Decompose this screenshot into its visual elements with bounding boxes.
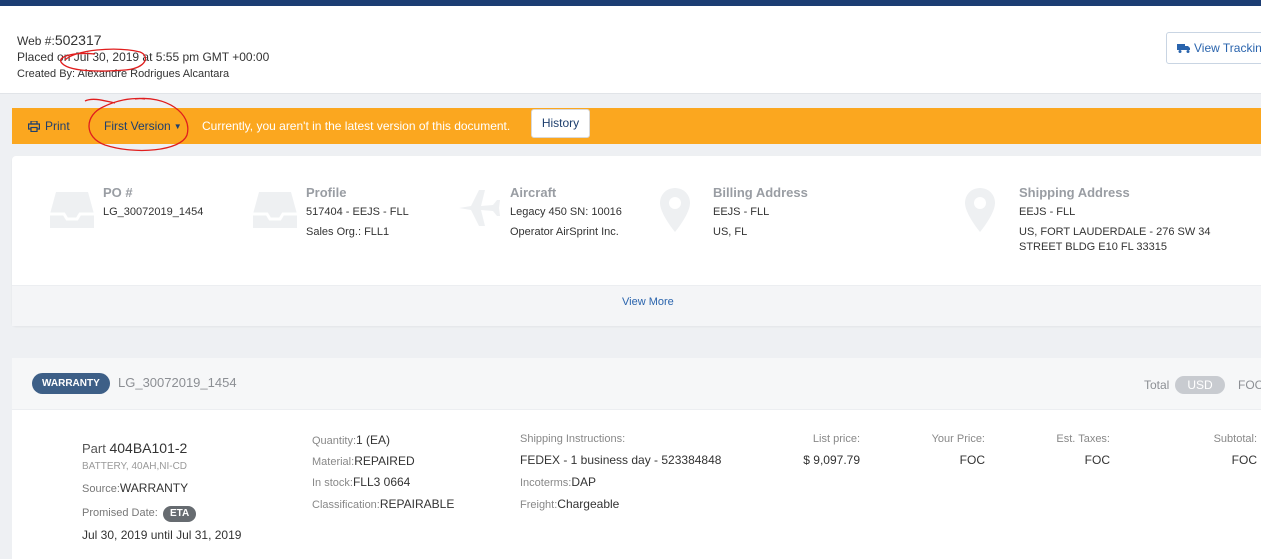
profile-value: 517404 - EEJS - FLL [306,206,409,218]
list-price-label: List price: [812,433,860,445]
airplane-icon [459,190,500,226]
aircraft-title: Aircraft [510,185,557,200]
order-line-card: WARRANTY LG_30072019_1454 Total USD FOC … [12,358,1261,559]
part-number: Part 404BA101-2 [82,440,188,456]
part-description: BATTERY, 40AH,NI-CD [82,461,188,472]
shipping-instructions-value: FEDEX - 1 business day - 523384848 [520,453,722,467]
order-line-header: WARRANTY LG_30072019_1454 Total USD FOC [12,358,1261,410]
version-notice: Currently, you aren't in the latest vers… [202,119,511,133]
print-button[interactable]: Print [28,119,70,133]
shipping-address-line2: STREET BLDG E10 FL 33315 [1019,241,1167,253]
aircraft-operator: Operator AirSprint Inc. [510,226,619,238]
shipping-address-line1: US, FORT LAUDERDALE - 276 SW 34 [1019,226,1211,238]
warranty-badge: WARRANTY [32,373,110,394]
classification: Classification:REPAIRABLE [312,497,455,511]
inbox-icon [50,192,94,228]
history-button[interactable]: History [531,109,590,138]
inbox-icon [253,192,297,228]
promised-date-label: Promised Date: [82,507,158,519]
in-stock: In stock:FLL3 0664 [312,475,411,489]
subtotal-label: Subtotal: [1213,433,1257,445]
freight: Freight:Chargeable [520,497,620,511]
print-icon [28,121,40,132]
shipping-instructions-label: Shipping Instructions: [520,433,626,445]
shipping-title: Shipping Address [1019,185,1130,200]
shipping-name: EEJS - FLL [1019,206,1076,218]
promised-dates: Jul 30, 2019 until Jul 31, 2019 [82,528,242,542]
your-price-label: Your Price: [931,433,985,445]
map-pin-icon [965,188,995,232]
total-label: Total [1144,378,1170,392]
version-bar: Print First Version ▼ Currently, you aren… [12,108,1261,144]
view-tracking-button[interactable]: View Tracking [1166,32,1261,64]
quantity: Quantity:1 (EA) [312,433,391,447]
created-by: Created By: Alexandre Rodrigues Alcantar… [17,68,230,80]
order-info-card: PO # LG_30072019_1454 Profile 517404 - E… [12,156,1261,326]
po-title: PO # [103,185,133,200]
order-id: LG_30072019_1454 [118,375,237,390]
map-pin-icon [660,188,690,232]
list-price-value: $ 9,097.79 [803,453,860,467]
incoterms: Incoterms:DAP [520,475,597,489]
est-taxes-value: FOC [1084,453,1110,467]
your-price-value: FOC [959,453,985,467]
placed-date: Placed on Jul 30, 2019 at 5:55 pm GMT +0… [17,50,270,64]
aircraft-model: Legacy 450 SN: 10016 [510,206,622,218]
total-value: FOC [1238,378,1261,392]
subtotal-value: FOC [1231,453,1257,467]
billing-title: Billing Address [713,185,808,200]
part-source: Source:WARRANTY [82,481,189,495]
est-taxes-label: Est. Taxes: [1056,433,1110,445]
order-header: Web #:502317 Placed on Jul 30, 2019 at 5… [0,6,1261,94]
view-more-link[interactable]: View More [622,296,674,308]
profile-sales-org: Sales Org.: FLL1 [306,226,390,238]
currency-badge[interactable]: USD [1175,376,1225,394]
web-number: Web #:502317 [17,32,102,48]
po-value: LG_30072019_1454 [103,206,204,218]
profile-title: Profile [306,185,347,200]
material: Material:REPAIRED [312,454,415,468]
billing-location: US, FL [713,226,748,238]
caret-down-icon: ▼ [173,122,182,131]
eta-badge: ETA [163,506,197,522]
truck-icon [1177,44,1190,53]
version-dropdown[interactable]: First Version ▼ [104,119,182,133]
billing-name: EEJS - FLL [713,206,770,218]
